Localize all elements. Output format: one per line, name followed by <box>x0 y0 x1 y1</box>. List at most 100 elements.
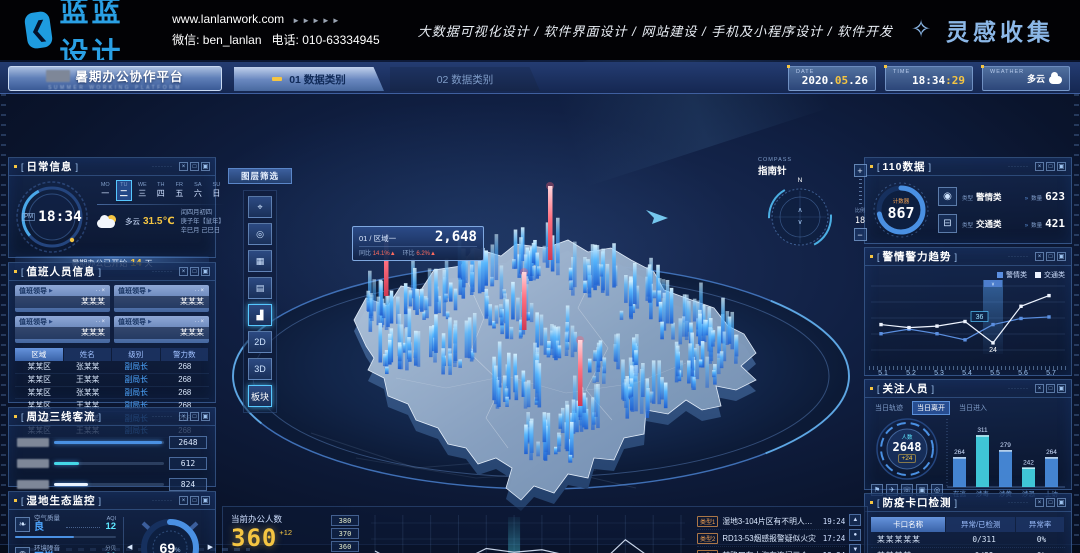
grid-icon[interactable]: ▦ <box>248 250 272 272</box>
table-row[interactable]: 某某区张某某副局长268 <box>15 361 209 374</box>
radar-icon[interactable]: ◎ <box>248 223 272 245</box>
collapse-icon[interactable]: □ <box>1046 162 1055 171</box>
chart-icon[interactable]: ▟ <box>248 304 272 326</box>
duty-card[interactable]: 值班领导▶··×某某某 <box>114 285 209 312</box>
legend-item[interactable]: 交通类 <box>1035 270 1065 280</box>
scroll-up-icon[interactable]: ▲ <box>849 514 861 526</box>
gauge-prev-arrow[interactable]: ◀ <box>127 543 132 551</box>
collapse-icon[interactable]: □ <box>190 496 199 505</box>
zoom-ticks[interactable] <box>859 179 862 205</box>
legend-label: 警情类 <box>1006 270 1027 280</box>
data-category-tabs: 01 数据类别02 数据类别 <box>234 67 546 91</box>
scroll-dot-icon[interactable]: ● <box>849 529 861 541</box>
tool-3d[interactable]: 3D <box>248 358 272 380</box>
alert-item[interactable]: 类型2RD13-53烟感报警疑似火灾17:24 <box>697 530 845 547</box>
close-icon[interactable]: × <box>1035 252 1044 261</box>
weather-text: 多云 <box>125 216 140 227</box>
duty-card[interactable]: 值班领导▶··×某某某 <box>15 285 110 312</box>
weekday-cell[interactable]: SU日 <box>208 180 225 201</box>
duty-card[interactable]: 值班领导▶··×某某某 <box>15 316 110 343</box>
table-row[interactable]: 某某某某0/890% <box>871 549 1065 553</box>
tool-block[interactable]: 板块 <box>248 385 272 407</box>
compass-down-arrow[interactable]: ∨ <box>764 219 836 226</box>
collapse-icon[interactable]: □ <box>1046 384 1055 393</box>
expand-icon[interactable]: ▣ <box>1057 252 1066 261</box>
collapse-icon[interactable]: □ <box>190 162 199 171</box>
office-line-chart[interactable] <box>367 513 689 553</box>
close-icon[interactable]: ··× <box>195 288 206 294</box>
close-icon[interactable]: × <box>179 412 188 421</box>
building-icon[interactable]: ▤ <box>248 277 272 299</box>
table-row[interactable]: 某某区王某某副局长268 <box>15 374 209 387</box>
alert-item[interactable]: 类型1湿地3-104片区有不明人员闯入19:24 <box>697 513 845 530</box>
legend-item[interactable]: 警情类 <box>997 270 1027 280</box>
weekday-cell[interactable]: WE三 <box>134 180 151 201</box>
tick-label: 5.3 <box>925 370 953 377</box>
panel-daily-info: [日常信息]·······×□▣ PM 18:34 <box>8 157 216 258</box>
close-icon[interactable]: × <box>179 496 188 505</box>
focus-tab[interactable]: 当日轨迹 <box>871 402 907 414</box>
tick-label: 5.5 <box>981 370 1009 377</box>
close-icon[interactable]: ··× <box>96 288 107 294</box>
expand-icon[interactable]: ▣ <box>201 412 210 421</box>
expand-icon[interactable]: ▣ <box>201 267 210 276</box>
weekday-cell[interactable]: TU二 <box>116 180 133 201</box>
close-icon[interactable]: × <box>1035 498 1044 507</box>
zoom-in-button[interactable]: + <box>854 164 867 177</box>
expand-icon[interactable]: ▣ <box>1057 498 1066 507</box>
focus-tab[interactable]: 当日离开 <box>912 401 950 415</box>
location-icon[interactable]: ⌖ <box>248 196 272 218</box>
wechat-id: ben_lanlan <box>203 33 262 47</box>
compass-up-arrow[interactable]: ∧ <box>764 207 836 214</box>
panel-title: 防疫卡口检测 <box>883 495 952 510</box>
tool-2d[interactable]: 2D <box>248 331 272 353</box>
legend-swatch <box>997 272 1003 278</box>
flow-value: 824 <box>169 478 207 491</box>
close-icon[interactable]: × <box>1035 162 1044 171</box>
alerts-block: 类型1湿地3-104片区有不明人员闯入19:24类型2RD13-53烟感报警疑似… <box>697 513 862 553</box>
tab-data-category[interactable]: 02 数据类别 <box>390 67 540 91</box>
trend-line-chart[interactable]: ∨3624 <box>869 278 1069 360</box>
duty-card-label: 值班领导 <box>19 317 47 327</box>
expand-icon[interactable]: ▣ <box>1057 384 1066 393</box>
gauge-next-arrow[interactable]: ▶ <box>208 543 213 551</box>
website-link[interactable]: www.lanlanwork.com <box>172 12 284 26</box>
platform-title-plaque: 暑期办公协作平台 SUMMER WORKING PLATFORM <box>8 66 222 91</box>
table-row[interactable]: 某某区张某某副局长268 <box>15 387 209 400</box>
close-icon[interactable]: × <box>179 267 188 276</box>
collapse-icon[interactable]: □ <box>190 267 199 276</box>
zoom-out-button[interactable]: − <box>854 228 867 241</box>
panel-trend-chart: [警情警力趋势]·······×□▣ 警情类交通类 ∨3624 5.15.25.… <box>864 247 1072 376</box>
expand-icon[interactable]: ▣ <box>201 496 210 505</box>
focus-tab[interactable]: 当日进入 <box>955 402 991 414</box>
weekday-cell[interactable]: MO一 <box>97 180 114 201</box>
collapse-icon[interactable]: □ <box>190 412 199 421</box>
focus-bar-chart[interactable]: 264在逃311涉毒279涉黄242涉恐264上访 <box>945 415 1067 501</box>
stat-item-traffic[interactable]: ⊟ 类型交通类»数量421 <box>938 214 1065 233</box>
close-icon[interactable]: × <box>1035 384 1044 393</box>
svg-text:24: 24 <box>989 347 997 354</box>
weekday-cell[interactable]: FR五 <box>171 180 188 201</box>
scroll-down-icon[interactable]: ▼ <box>849 544 861 553</box>
map-tooltip[interactable]: 01 / 区域一 2,648 同比 14.1%▲ 环比 6.2%▲ <box>352 226 484 261</box>
close-icon[interactable]: ··× <box>96 319 107 325</box>
svg-text:264: 264 <box>1046 449 1057 456</box>
collapse-icon[interactable]: □ <box>1046 498 1055 507</box>
expand-icon[interactable]: ▣ <box>201 162 210 171</box>
expand-icon[interactable]: ▣ <box>1057 162 1066 171</box>
collapse-icon[interactable]: □ <box>1046 252 1055 261</box>
tab-data-category[interactable]: 01 数据类别 <box>234 67 384 91</box>
close-icon[interactable]: ··× <box>195 319 206 325</box>
phone-number: 010-63334945 <box>302 33 379 47</box>
date-label: DATE <box>796 69 868 75</box>
office-counter: 当前办公人数 360 +12 今日数据历史数据 <box>231 513 323 553</box>
close-icon[interactable]: × <box>179 162 188 171</box>
compass-dial[interactable] <box>764 179 836 251</box>
table-row[interactable]: 某某某某某0/3110% <box>871 533 1065 548</box>
weekday-cell[interactable]: SA六 <box>190 180 207 201</box>
duty-card[interactable]: 值班领导▶··×某某某 <box>114 316 209 343</box>
alert-item[interactable]: 类型4某路口有小汽车连闯三个红灯13:24 <box>697 547 845 553</box>
stat-item-alarm[interactable]: ◉ 类型警情类»数量623 <box>938 187 1065 206</box>
arrow-icon: ▶ <box>148 288 152 294</box>
weekday-cell[interactable]: TH四 <box>153 180 170 201</box>
